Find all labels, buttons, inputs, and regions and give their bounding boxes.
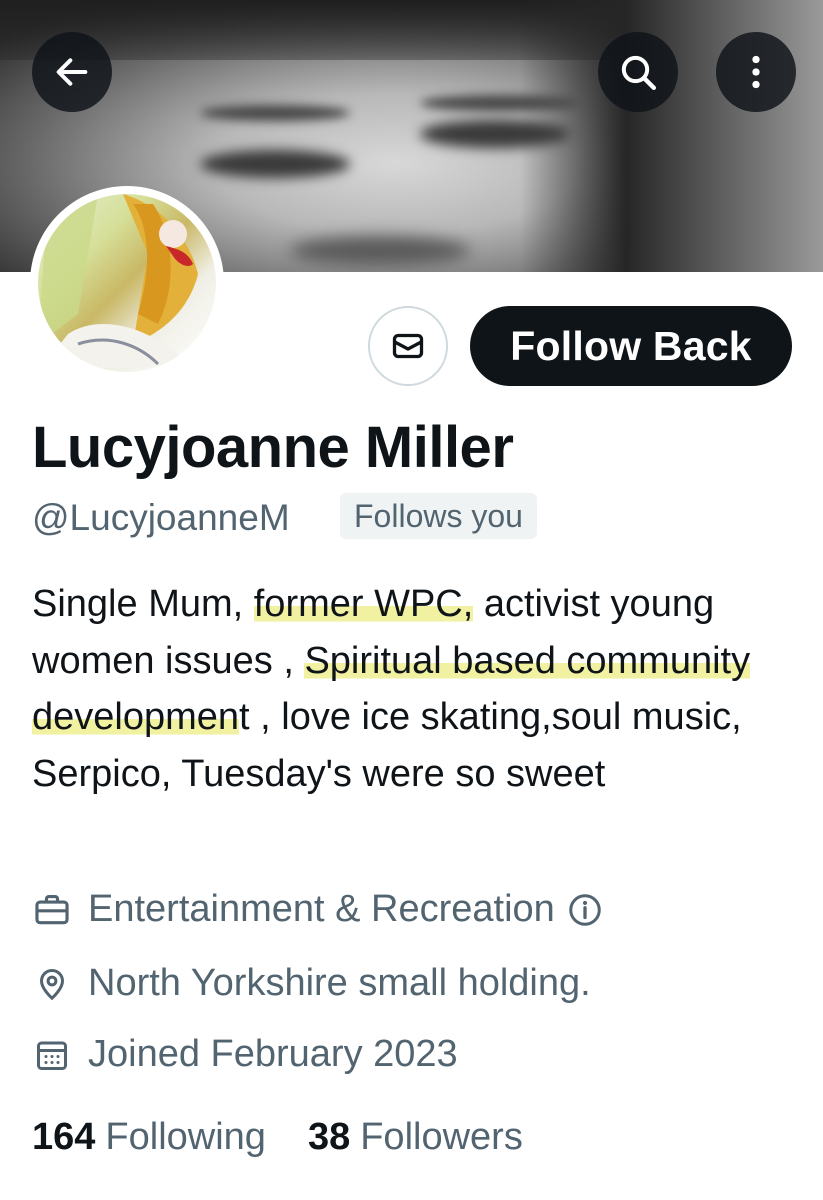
following-link[interactable]: 164 Following (32, 1116, 266, 1159)
bio-highlight-1: former WPC, (253, 583, 474, 625)
envelope-icon (392, 333, 424, 359)
banner-brow-left (200, 105, 350, 121)
info-icon[interactable] (565, 890, 605, 930)
bio: Single Mum, former WPC, activist young w… (32, 576, 812, 802)
banner-mouth (290, 236, 470, 266)
following-label: Following (105, 1116, 266, 1158)
more-button[interactable] (716, 32, 796, 112)
location-label: North Yorkshire small holding. (88, 962, 591, 1004)
message-button[interactable] (368, 306, 448, 386)
back-button[interactable] (32, 32, 112, 112)
calendar-icon (32, 1035, 72, 1075)
joined-label: Joined February 2023 (88, 1033, 458, 1075)
banner-eye-right (420, 120, 570, 148)
follow-back-button[interactable]: Follow Back (470, 306, 792, 386)
search-icon (621, 55, 656, 91)
followers-link[interactable]: 38 Followers (308, 1116, 523, 1159)
banner-brow-right (420, 95, 580, 111)
bio-text-1: Single Mum, (32, 583, 254, 625)
arrow-left-icon (56, 58, 88, 86)
category-label: Entertainment & Recreation (88, 888, 555, 930)
handle: @LucyjoanneM (32, 497, 290, 538)
more-vertical-icon (752, 55, 760, 89)
avatar[interactable] (30, 186, 224, 380)
avatar-image (38, 194, 216, 372)
followers-count: 38 (307, 1116, 351, 1158)
location-pin-icon (32, 964, 72, 1004)
follow-stats: 164 Following 38 Followers (32, 1116, 523, 1159)
followers-label: Followers (360, 1116, 523, 1158)
display-name: Lucyjoanne Miller (32, 415, 514, 480)
briefcase-icon (32, 890, 72, 930)
category-row[interactable]: Entertainment & Recreation (32, 888, 605, 931)
location-row: North Yorkshire small holding. (32, 962, 591, 1005)
joined-row: Joined February 2023 (32, 1033, 458, 1076)
banner-eye-left (200, 150, 350, 178)
following-count: 164 (32, 1116, 96, 1158)
search-button[interactable] (598, 32, 678, 112)
follows-you-badge: Follows you (340, 493, 537, 539)
